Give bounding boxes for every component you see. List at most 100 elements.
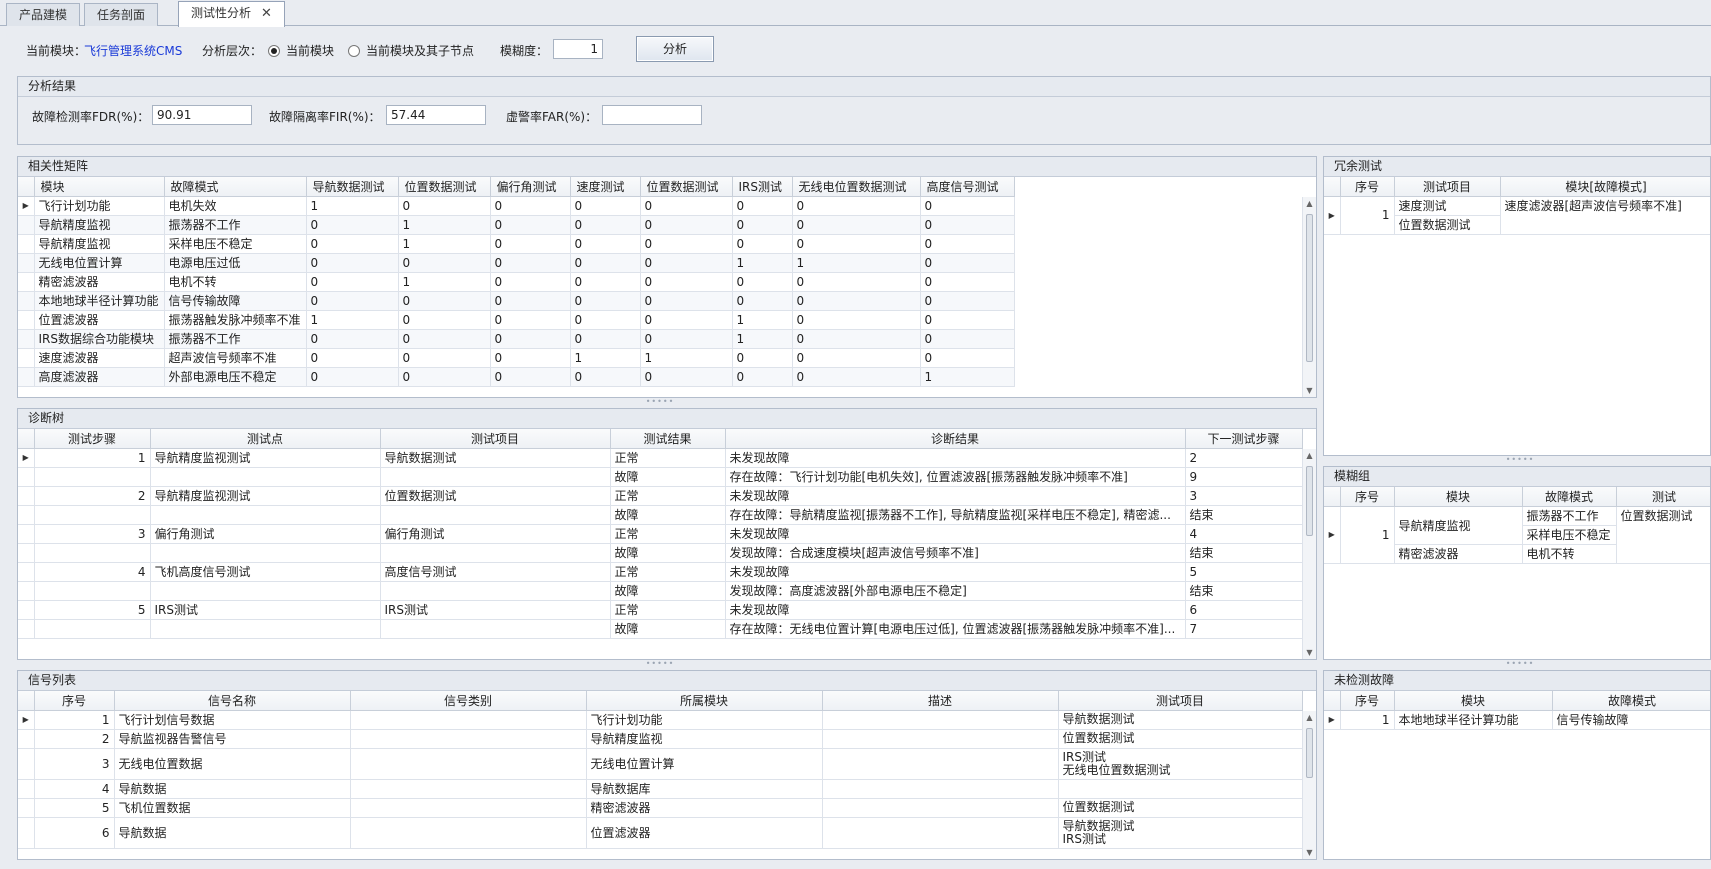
column-header[interactable]: 模块 [1394, 487, 1523, 507]
scroll-thumb[interactable] [1306, 214, 1313, 362]
column-header[interactable]: 测试 [1616, 487, 1710, 507]
redundant-test-panel: 冗余测试 序号 测试项目 模块[故障模式] ▶ 1 速度测试 速度滤波器[超声波… [1323, 156, 1711, 456]
close-icon[interactable]: ✕ [261, 6, 272, 21]
column-header[interactable]: 测试项目 [1058, 691, 1303, 711]
column-header[interactable]: 位置数据测试 [398, 177, 491, 197]
tab-product-modeling[interactable]: 产品建模 [6, 3, 81, 26]
table-row[interactable]: 5 飞机位置数据 精密滤波器 位置数据测试 [18, 798, 1303, 818]
table-row[interactable]: 导航精度监视 振荡器不工作 0 1 0 0 0 0 0 0 [18, 215, 1015, 235]
column-header[interactable]: IRS测试 [732, 177, 793, 197]
column-header[interactable]: 模块[故障模式] [1500, 177, 1710, 197]
table-row[interactable]: 2 导航监视器告警信号 导航精度监视 位置数据测试 [18, 729, 1303, 749]
table-row[interactable]: 无线电位置计算 电源电压过低 0 0 0 0 0 1 1 0 [18, 253, 1015, 273]
table-row[interactable]: 精密滤波器 电机不转 0 1 0 0 0 0 0 0 [18, 272, 1015, 292]
analyze-button[interactable]: 分析 [636, 36, 714, 62]
column-header[interactable]: 偏行角测试 [490, 177, 571, 197]
table-row[interactable]: 4 飞机高度信号测试 高度信号测试 正常 未发现故障 5 [18, 562, 1303, 582]
row-header [18, 467, 35, 487]
row-header [18, 600, 35, 620]
column-header[interactable]: 测试点 [150, 429, 381, 449]
table-row[interactable]: ▶ 1 飞行计划信号数据 飞行计划功能 导航数据测试 [18, 710, 1303, 730]
table-row[interactable]: 3 偏行角测试 偏行角测试 正常 未发现故障 4 [18, 524, 1303, 544]
table-row[interactable]: ▶ 1 导航精度监视测试 导航数据测试 正常 未发现故障 2 [18, 448, 1303, 468]
table-cell: 0 [640, 253, 733, 273]
column-header[interactable]: 模块 [1394, 691, 1553, 711]
table-cell [150, 467, 381, 487]
fuzzy-input[interactable]: 1 [553, 39, 603, 59]
scroll-up-icon[interactable]: ▲ [1303, 451, 1316, 460]
table-cell [822, 798, 1059, 818]
column-header[interactable]: 测试结果 [610, 429, 726, 449]
table-row[interactable]: 故障 发现故障：高度滤波器[外部电源电压不稳定] 结束 [18, 581, 1303, 601]
column-header[interactable]: 速度测试 [570, 177, 641, 197]
column-header[interactable]: 导航数据测试 [306, 177, 399, 197]
table-row[interactable]: ▶ 1 速度测试 速度滤波器[超声波信号频率不准] [1324, 196, 1710, 235]
scroll-down-icon[interactable]: ▼ [1303, 848, 1316, 857]
column-header[interactable]: 描述 [822, 691, 1059, 711]
splitter-grip[interactable]: ••••• [640, 660, 680, 668]
scroll-down-icon[interactable]: ▼ [1303, 648, 1316, 657]
table-row[interactable]: ▶ 1 导航精度监视 振荡器不工作 位置数据测试 [1324, 506, 1710, 564]
table-row[interactable]: 导航精度监视 采样电压不稳定 0 1 0 0 0 0 0 0 [18, 234, 1015, 254]
splitter-grip[interactable]: ••••• [640, 398, 680, 406]
column-header[interactable]: 诊断结果 [725, 429, 1186, 449]
scroll-down-icon[interactable]: ▼ [1303, 386, 1316, 395]
diagnosis-scrollbar[interactable]: ▲ ▼ [1302, 449, 1316, 659]
scroll-up-icon[interactable]: ▲ [1303, 199, 1316, 208]
table-row[interactable]: 2 导航精度监视测试 位置数据测试 正常 未发现故障 3 [18, 486, 1303, 506]
scroll-up-icon[interactable]: ▲ [1303, 713, 1316, 722]
table-row[interactable]: 故障 存在故障：导航精度监视[振荡器不工作], 导航精度监视[采样电压不稳定], … [18, 505, 1303, 525]
table-row[interactable]: 速度滤波器 超声波信号频率不准 0 0 0 1 1 0 0 0 [18, 348, 1015, 368]
table-row[interactable]: IRS数据综合功能模块 振荡器不工作 0 0 0 0 0 1 0 0 [18, 329, 1015, 349]
column-header[interactable]: 故障模式 [1522, 487, 1617, 507]
splitter-grip[interactable]: ••••• [1500, 456, 1540, 464]
table-row[interactable]: 故障 存在故障：飞行计划功能[电机失效], 位置滤波器[振荡器触发脉冲频率不准] 9 [18, 467, 1303, 487]
fir-field[interactable]: 57.44 [386, 105, 486, 125]
splitter-grip[interactable]: ••••• [1500, 660, 1540, 668]
column-header[interactable]: 信号名称 [114, 691, 351, 711]
radio-module-and-children[interactable]: 当前模块及其子节点 [348, 42, 474, 59]
column-header[interactable]: 所属模块 [586, 691, 823, 711]
column-header[interactable]: 故障模式 [164, 177, 307, 197]
table-row[interactable]: 4 导航数据 导航数据库 [18, 779, 1303, 799]
row-header [18, 748, 35, 780]
table-row[interactable]: ▶ 1 本地地球半径计算功能 信号传输故障 [1324, 710, 1710, 730]
column-header[interactable]: 信号类别 [350, 691, 587, 711]
column-header[interactable]: 测试项目 [1394, 177, 1501, 197]
table-row[interactable]: 故障 存在故障：无线电位置计算[电源电压过低], 位置滤波器[振荡器触发脉冲频率不… [18, 619, 1303, 639]
table-row[interactable]: 高度滤波器 外部电源电压不稳定 0 0 0 0 0 0 0 1 [18, 367, 1015, 387]
column-header[interactable]: 测试步骤 [34, 429, 151, 449]
fdr-field[interactable]: 90.91 [152, 105, 252, 125]
column-header[interactable]: 序号 [1340, 691, 1395, 711]
table-row[interactable]: 5 IRS测试 IRS测试 正常 未发现故障 6 [18, 600, 1303, 620]
table-row[interactable]: 故障 发现故障：合成速度模块[超声波信号频率不准] 结束 [18, 543, 1303, 563]
row-indicator-icon: ▶ [1324, 710, 1341, 730]
column-header[interactable]: 高度信号测试 [920, 177, 1015, 197]
column-header[interactable]: 位置数据测试 [640, 177, 733, 197]
column-header[interactable]: 下一测试步骤 [1185, 429, 1303, 449]
table-cell: 导航数据测试 IRS测试 [1058, 817, 1303, 849]
table-row[interactable]: 本地地球半径计算功能 信号传输故障 0 0 0 0 0 0 0 0 [18, 291, 1015, 311]
table-cell: 3 [34, 748, 115, 780]
scroll-thumb[interactable] [1306, 466, 1313, 536]
signal-scrollbar[interactable]: ▲ ▼ [1302, 711, 1316, 859]
far-field[interactable] [602, 105, 702, 125]
column-header[interactable]: 模块 [34, 177, 165, 197]
scroll-thumb[interactable] [1306, 728, 1313, 778]
column-header[interactable]: 测试项目 [380, 429, 611, 449]
matrix-scrollbar[interactable]: ▲ ▼ [1302, 197, 1316, 397]
table-row[interactable]: 3 无线电位置数据 无线电位置计算 IRS测试 无线电位置数据测试 [18, 748, 1303, 780]
tab-mission-profile[interactable]: 任务剖面 [84, 3, 159, 26]
tab-testability-analysis[interactable]: 测试性分析 ✕ [178, 1, 285, 27]
table-row[interactable]: 位置滤波器 振荡器触发脉冲频率不准 1 0 0 0 0 1 0 0 [18, 310, 1015, 330]
table-row[interactable]: 6 导航数据 位置滤波器 导航数据测试 IRS测试 [18, 817, 1303, 849]
column-header[interactable]: 故障模式 [1552, 691, 1710, 711]
column-header[interactable]: 序号 [34, 691, 115, 711]
table-row[interactable]: ▶ 飞行计划功能 电机失效 1 0 0 0 0 0 0 0 [18, 196, 1015, 216]
column-header[interactable]: 序号 [1340, 177, 1395, 197]
radio-current-module[interactable]: 当前模块 [268, 42, 334, 59]
table-cell: 0 [920, 291, 1015, 311]
column-header[interactable]: 无线电位置数据测试 [792, 177, 921, 197]
column-header[interactable]: 序号 [1340, 487, 1395, 507]
table-cell: 导航精度监视测试 [150, 448, 381, 468]
